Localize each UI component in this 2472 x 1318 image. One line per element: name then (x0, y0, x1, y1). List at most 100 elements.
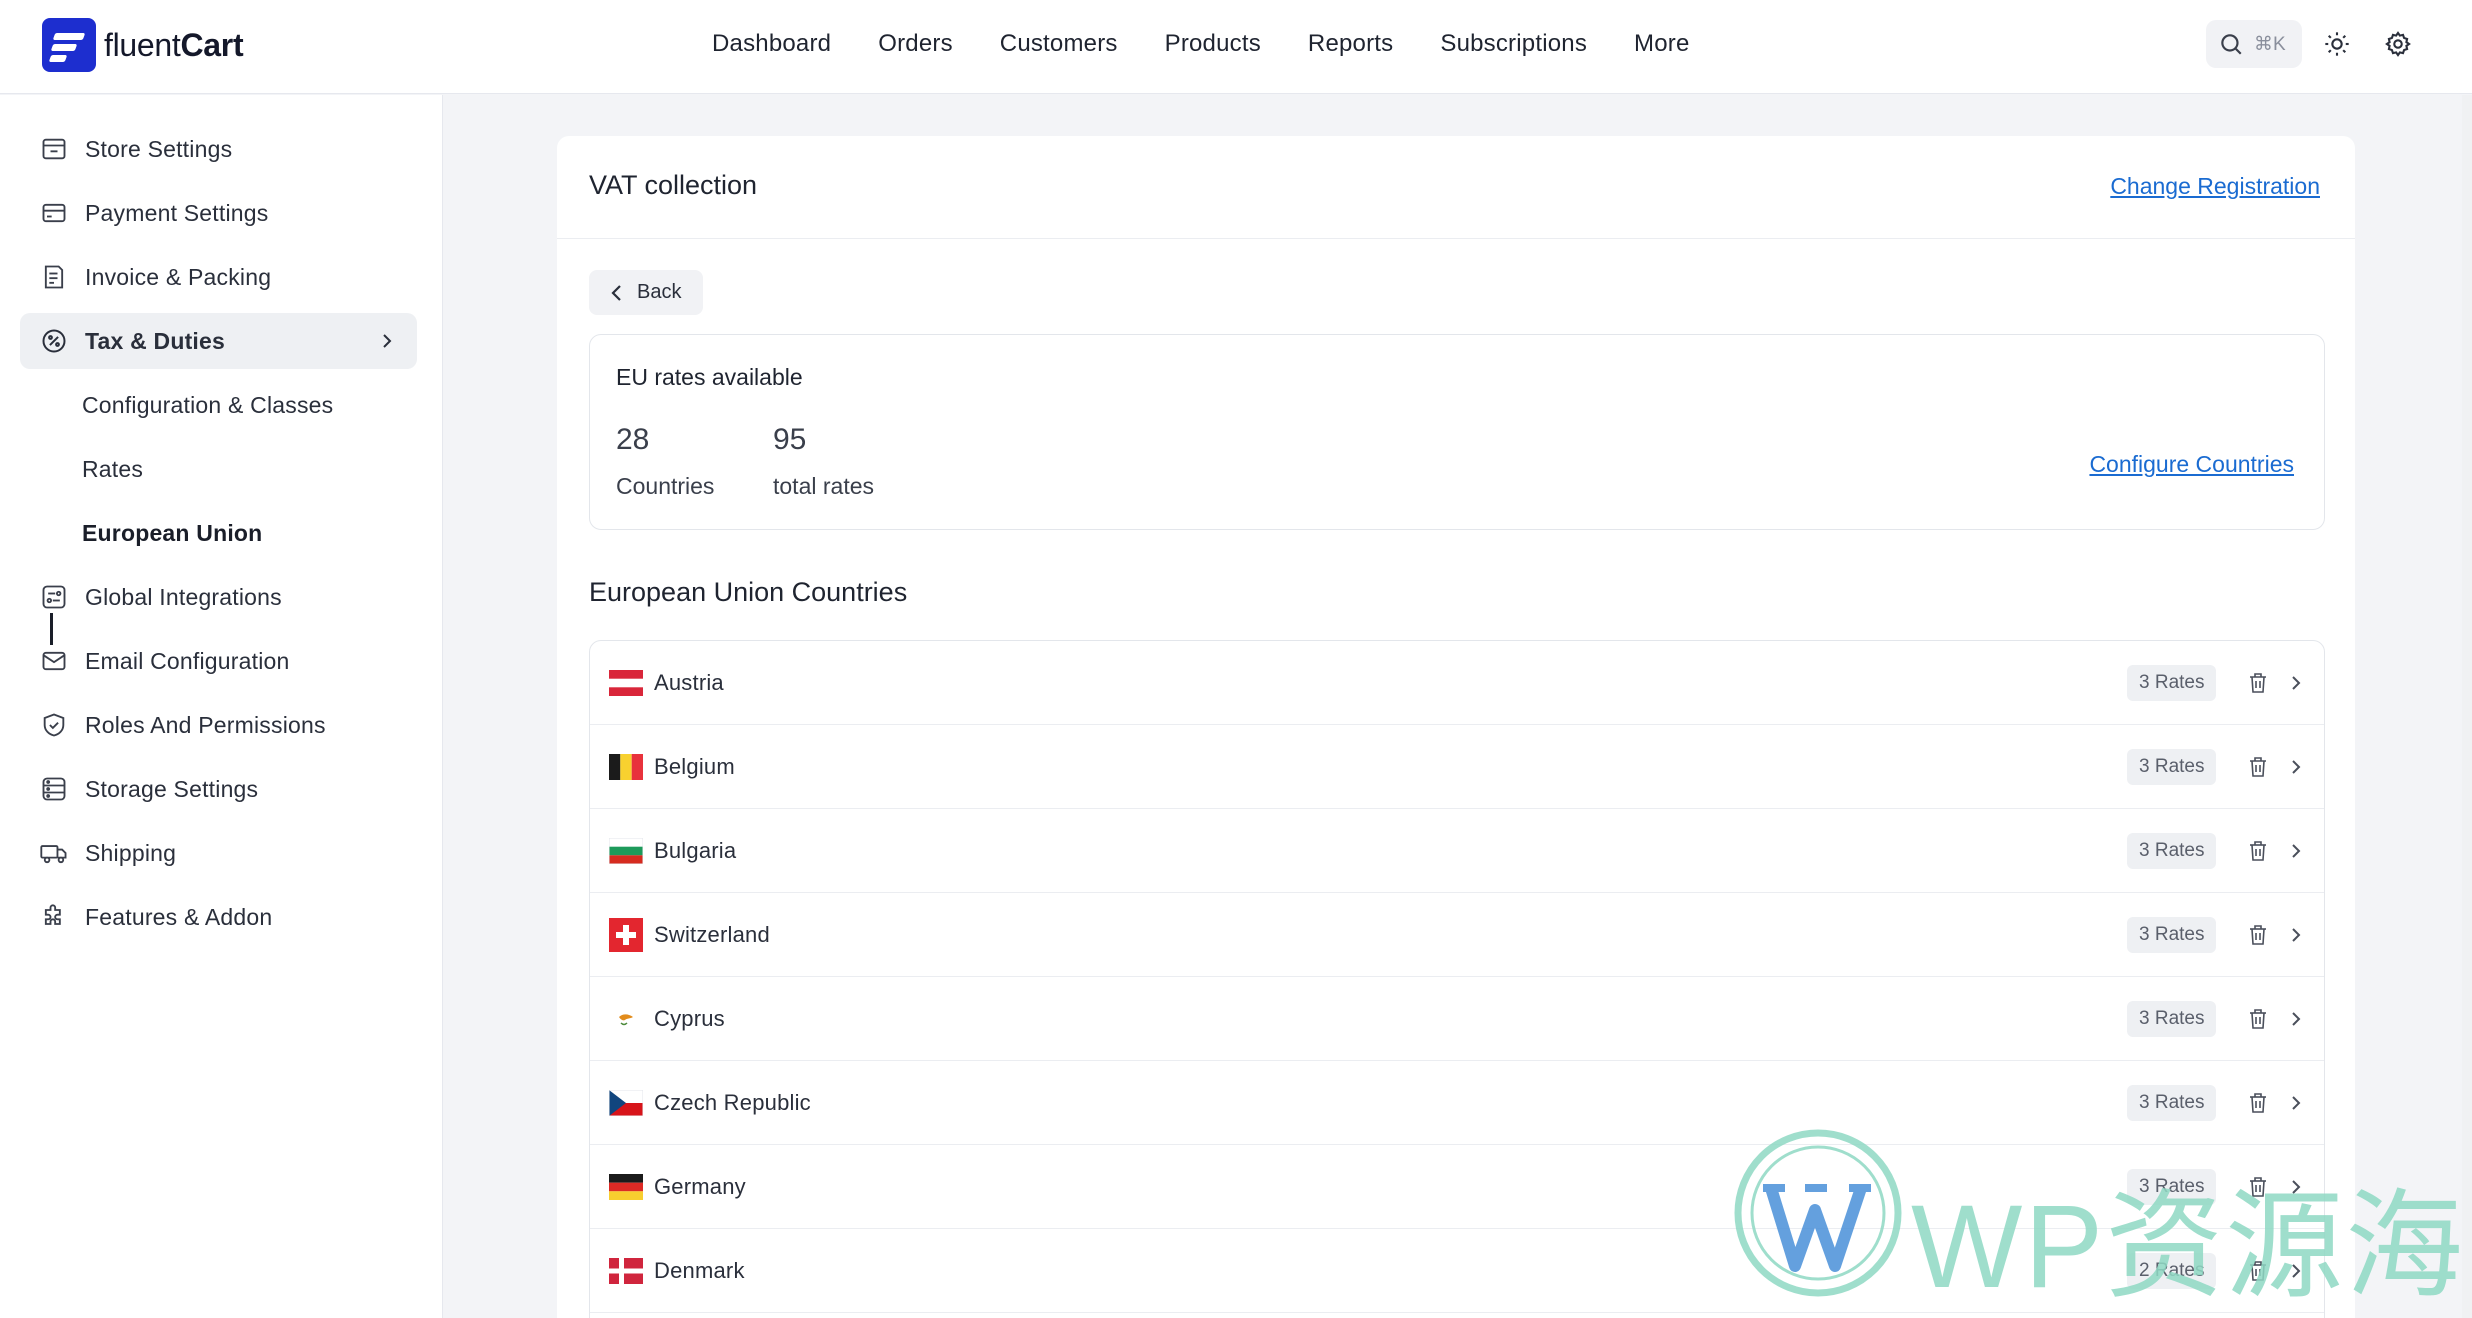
theme-toggle-button[interactable] (2319, 26, 2355, 62)
czech-republic-flag-icon (609, 1090, 643, 1116)
sidebar-item-global-integrations[interactable]: Global Integrations (20, 569, 417, 625)
sidebar-item-label: Shipping (85, 839, 177, 866)
nav-products[interactable]: Products (1165, 30, 1261, 58)
sidebar-item-label: Tax & Duties (85, 327, 226, 354)
sidebar-item-roles-permissions[interactable]: Roles And Permissions (20, 697, 417, 753)
country-name: Germany (654, 1173, 746, 1199)
countries-label: Countries (616, 473, 715, 499)
nav-dashboard[interactable]: Dashboard (712, 30, 831, 58)
delete-icon[interactable] (2244, 921, 2272, 949)
nav-subscriptions[interactable]: Subscriptions (1440, 30, 1587, 58)
countries-count: 28 (616, 423, 650, 456)
configure-countries-link[interactable]: Configure Countries (2089, 451, 2294, 478)
settings-button[interactable] (2380, 26, 2416, 62)
search-button[interactable]: ⌘K (2206, 20, 2302, 68)
storage-icon (38, 773, 70, 805)
delete-icon[interactable] (2244, 837, 2272, 865)
nav-orders[interactable]: Orders (878, 30, 953, 58)
sidebar-item-label: Store Settings (85, 135, 233, 162)
brand-logo[interactable]: fluentCart (42, 18, 244, 72)
percent-icon (38, 325, 70, 357)
chevron-right-icon[interactable] (2284, 1005, 2308, 1033)
switzerland-flag-icon (609, 918, 643, 952)
brand-mark-icon (42, 18, 96, 72)
delete-icon[interactable] (2244, 1005, 2272, 1033)
country-name: Switzerland (654, 921, 770, 947)
sidebar-item-label: Storage Settings (85, 775, 259, 802)
rates-badge: 3 Rates (2127, 1000, 2217, 1037)
page-scrollbar[interactable] (2462, 95, 2472, 1318)
sidebar-item-label: Payment Settings (85, 199, 269, 226)
chevron-right-icon[interactable] (2284, 753, 2308, 781)
sidebar-item-payment-settings[interactable]: Payment Settings (20, 185, 417, 241)
country-row-bulgaria[interactable]: Bulgaria 3 Rates (590, 809, 2324, 893)
delete-icon[interactable] (2244, 669, 2272, 697)
section-title: European Union Countries (589, 577, 908, 607)
cyprus-flag-icon (609, 1006, 643, 1032)
germany-flag-icon (609, 1174, 643, 1200)
sidebar-subitem-rates[interactable]: Rates (82, 456, 143, 483)
sidebar-item-store-settings[interactable]: Store Settings (20, 121, 417, 177)
sidebar-subitem-european-union[interactable]: European Union (82, 520, 262, 547)
nav-reports[interactable]: Reports (1308, 30, 1393, 58)
rates-badge: 3 Rates (2127, 832, 2217, 869)
back-button[interactable]: Back (589, 270, 703, 315)
country-name: Bulgaria (654, 837, 737, 863)
sidebar-item-label: Invoice & Packing (85, 263, 272, 290)
sun-icon (2325, 32, 2349, 56)
country-name: Austria (654, 669, 724, 695)
rates-summary-title: EU rates available (616, 364, 803, 390)
chevron-right-icon[interactable] (2284, 1089, 2308, 1117)
country-row-austria[interactable]: Austria 3 Rates (590, 641, 2324, 725)
country-name: Belgium (654, 753, 735, 779)
search-shortcut: ⌘K (2254, 33, 2286, 55)
sidebar-item-invoice-packing[interactable]: Invoice & Packing (20, 249, 417, 305)
sidebar-item-email-configuration[interactable]: Email Configuration (20, 633, 417, 689)
sidebar-item-shipping[interactable]: Shipping (20, 825, 417, 881)
delete-icon[interactable] (2244, 1089, 2272, 1117)
chevron-right-icon[interactable] (2284, 669, 2308, 697)
sidebar-subitem-configuration-classes[interactable]: Configuration & Classes (82, 392, 333, 419)
chevron-right-icon[interactable] (2284, 921, 2308, 949)
rates-badge: 3 Rates (2127, 664, 2217, 701)
sidebar-item-label: Email Configuration (85, 647, 290, 674)
card-icon (38, 197, 70, 229)
top-bar: fluentCart Dashboard Orders Customers Pr… (0, 0, 2472, 94)
invoice-icon (38, 261, 70, 293)
sidebar-item-features-addon[interactable]: Features & Addon (20, 889, 417, 945)
watermark: WP资源海 (1733, 1128, 2463, 1313)
country-row-switzerland[interactable]: Switzerland 3 Rates (590, 893, 2324, 977)
change-registration-link[interactable]: Change Registration (2110, 173, 2320, 200)
bulgaria-flag-icon (609, 838, 643, 864)
main-nav: Dashboard Orders Customers Products Repo… (712, 0, 1737, 88)
country-row-cyprus[interactable]: Cyprus 3 Rates (590, 977, 2324, 1061)
card-header: VAT collection Change Registration (557, 136, 2355, 239)
austria-flag-icon (609, 670, 643, 696)
sidebar-item-label: Global Integrations (85, 583, 282, 610)
country-name: Cyprus (654, 1005, 725, 1031)
search-icon (2221, 34, 2242, 55)
rates-badge: 3 Rates (2127, 748, 2217, 785)
eu-rates-summary: EU rates available 28 Countries 95 total… (589, 334, 2325, 530)
watermark-text: WP资源海 (1911, 1181, 2466, 1313)
store-icon (38, 133, 70, 165)
nav-customers[interactable]: Customers (1000, 30, 1118, 58)
integrations-icon (38, 581, 70, 613)
rates-badge: 3 Rates (2127, 916, 2217, 953)
delete-icon[interactable] (2244, 753, 2272, 781)
country-name: Denmark (654, 1257, 745, 1283)
gear-icon (2385, 31, 2411, 57)
total-rates-count: 95 (773, 423, 807, 456)
nav-more[interactable]: More (1634, 30, 1689, 58)
sidebar-item-label: Features & Addon (85, 903, 273, 930)
sidebar-item-tax-duties[interactable]: Tax & Duties (20, 313, 417, 369)
sidebar-item-label: Roles And Permissions (85, 711, 326, 738)
belgium-flag-icon (609, 754, 643, 780)
settings-sidebar: Store Settings Payment Settings Invoice … (0, 95, 443, 1318)
chevron-right-icon[interactable] (2284, 837, 2308, 865)
denmark-flag-icon (609, 1258, 643, 1284)
country-row-belgium[interactable]: Belgium 3 Rates (590, 725, 2324, 809)
sidebar-item-storage-settings[interactable]: Storage Settings (20, 761, 417, 817)
page-title: VAT collection (589, 170, 758, 200)
chevron-left-icon (611, 284, 621, 301)
